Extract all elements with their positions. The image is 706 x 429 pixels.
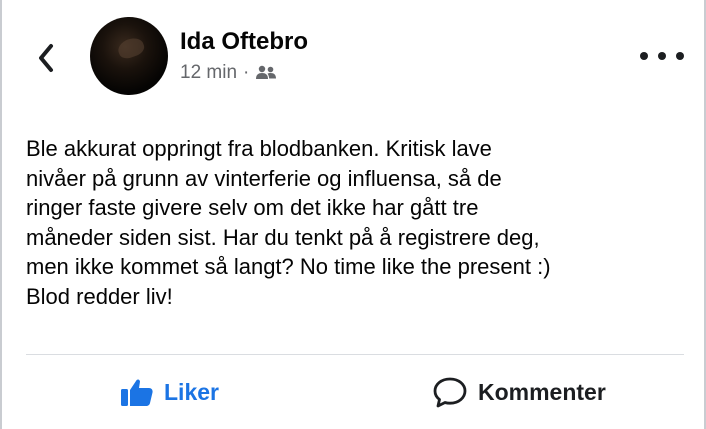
avatar-photo-detail <box>115 35 147 61</box>
post-time[interactable]: 12 min <box>180 62 237 84</box>
dot-icon <box>676 52 684 60</box>
divider <box>26 354 684 355</box>
dot-icon <box>658 52 666 60</box>
chevron-left-icon <box>39 44 53 72</box>
more-options-button[interactable] <box>640 44 684 68</box>
like-label: Liker <box>164 378 219 405</box>
author-name[interactable]: Ida Oftebro <box>180 28 308 56</box>
meta-separator: · <box>243 62 250 83</box>
dot-icon <box>640 52 648 60</box>
avatar[interactable] <box>90 17 168 95</box>
post-text: Ble akkurat oppringt fra blodbanken. Kri… <box>26 136 551 309</box>
comment-icon <box>433 377 467 408</box>
back-button[interactable] <box>30 38 62 78</box>
like-button[interactable]: Liker <box>120 372 219 412</box>
friends-icon <box>256 65 277 79</box>
thumbs-up-icon <box>121 379 153 406</box>
comment-label: Kommenter <box>478 378 606 405</box>
comment-button[interactable]: Kommenter <box>432 372 606 412</box>
post-meta: 12 min · <box>180 62 277 84</box>
